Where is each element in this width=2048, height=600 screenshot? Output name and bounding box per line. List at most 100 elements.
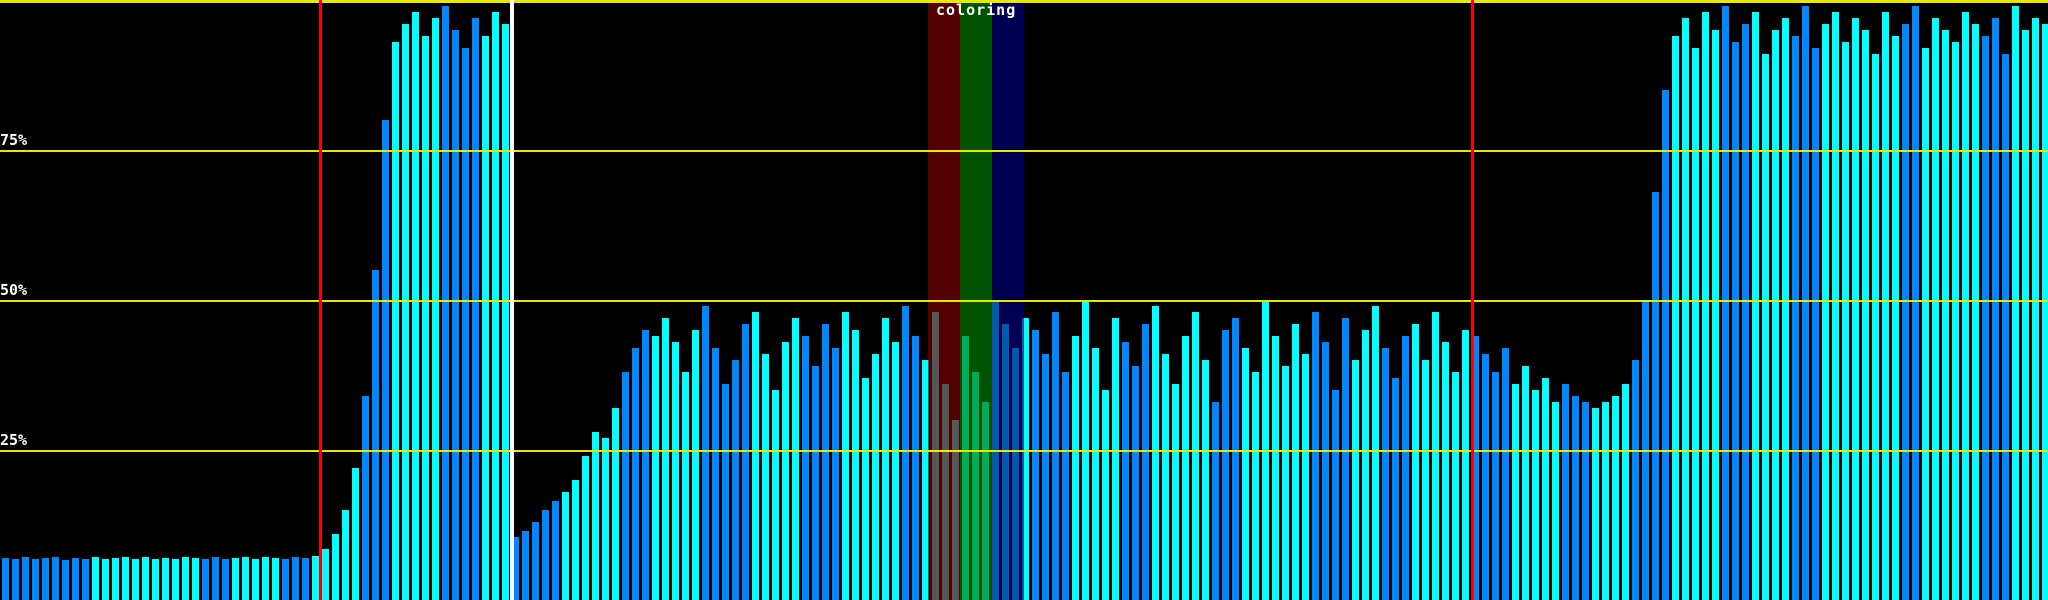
histogram-bar	[1622, 384, 1629, 600]
histogram-bar	[602, 438, 609, 600]
histogram-bar	[202, 559, 209, 600]
histogram-bar	[82, 559, 89, 600]
histogram-bar	[1252, 372, 1259, 600]
histogram-bar	[322, 549, 329, 600]
white-marker	[510, 0, 514, 600]
histogram-bar	[1902, 24, 1909, 600]
histogram-bar	[622, 372, 629, 600]
histogram-bar	[1482, 354, 1489, 600]
histogram-bar	[752, 312, 759, 600]
histogram-bar	[142, 557, 149, 600]
histogram-bar	[1452, 372, 1459, 600]
histogram-bar	[632, 348, 639, 600]
histogram-bar	[1802, 6, 1809, 600]
histogram-bar	[1562, 384, 1569, 600]
histogram-bar	[1192, 312, 1199, 600]
histogram-bar	[1512, 384, 1519, 600]
histogram-bar	[1342, 318, 1349, 600]
red-marker-left	[319, 0, 322, 600]
axis-label-50: 50%	[0, 283, 27, 298]
histogram-bar	[592, 432, 599, 600]
histogram-bar	[1762, 54, 1769, 600]
histogram-bar	[792, 318, 799, 600]
histogram-bar	[822, 324, 829, 600]
histogram-bar	[462, 48, 469, 600]
histogram-bar	[1292, 324, 1299, 600]
histogram-bar	[42, 558, 49, 600]
histogram-bar	[1632, 360, 1639, 600]
histogram-bar	[392, 42, 399, 600]
histogram-bar	[492, 12, 499, 600]
histogram-bar	[1102, 390, 1109, 600]
histogram-bar	[582, 456, 589, 600]
gridline-75	[0, 150, 2048, 152]
histogram-bar	[1852, 18, 1859, 600]
histogram-bar	[1942, 30, 1949, 600]
histogram-bar	[1722, 6, 1729, 600]
histogram-bar	[1372, 306, 1379, 600]
histogram-bar	[192, 558, 199, 600]
histogram-bar	[1932, 18, 1939, 600]
histogram-bar	[1422, 360, 1429, 600]
histogram-bar	[352, 468, 359, 600]
histogram-bar	[1662, 90, 1669, 600]
histogram-bar	[712, 348, 719, 600]
histogram-bar	[1462, 330, 1469, 600]
histogram-bar	[92, 557, 99, 600]
histogram-bar	[1832, 12, 1839, 600]
histogram-bar	[742, 324, 749, 600]
histogram-bar	[32, 559, 39, 600]
histogram-bar	[1542, 378, 1549, 600]
histogram-bar	[172, 559, 179, 600]
histogram-bar	[1332, 390, 1339, 600]
histogram-bar	[1672, 36, 1679, 600]
histogram-bar	[1222, 330, 1229, 600]
histogram-bar	[692, 330, 699, 600]
histogram-bar	[272, 558, 279, 600]
histogram-bar	[1682, 18, 1689, 600]
gridline-25	[0, 450, 2048, 452]
histogram-bar	[412, 12, 419, 600]
histogram-bar	[2012, 6, 2019, 600]
histogram-bar	[1912, 6, 1919, 600]
histogram-bar	[1792, 36, 1799, 600]
histogram-bar	[852, 330, 859, 600]
histogram-bar	[782, 342, 789, 600]
histogram-bar	[682, 372, 689, 600]
histogram-bar	[1612, 396, 1619, 600]
histogram-bar	[842, 312, 849, 600]
histogram-bar	[662, 318, 669, 600]
histogram-bar	[1952, 42, 1959, 600]
coloring-label: coloring	[936, 3, 1016, 18]
histogram-bar	[1142, 324, 1149, 600]
histogram-bar	[1752, 12, 1759, 600]
histogram-bar	[1032, 330, 1039, 600]
histogram-bar	[1282, 366, 1289, 600]
histogram-bar	[1522, 366, 1529, 600]
histogram-bar	[122, 557, 129, 600]
histogram-bar	[702, 306, 709, 600]
histogram-bar	[1052, 312, 1059, 600]
histogram-bar	[12, 559, 19, 600]
histogram-bar	[522, 531, 529, 600]
histogram-bar	[292, 557, 299, 600]
histogram-bar	[1502, 348, 1509, 600]
histogram-bar	[1412, 324, 1419, 600]
histogram-bar	[1782, 18, 1789, 600]
histogram-bar	[1202, 360, 1209, 600]
histogram-bar	[62, 560, 69, 600]
histogram-chart: 75%50%25% coloring	[0, 0, 2048, 600]
histogram-bar	[1692, 48, 1699, 600]
histogram-bar	[1732, 42, 1739, 600]
histogram-bar	[1432, 312, 1439, 600]
histogram-bar	[1162, 354, 1169, 600]
histogram-bar	[52, 557, 59, 600]
histogram-bar	[1872, 54, 1879, 600]
histogram-bar	[1962, 12, 1969, 600]
histogram-bar	[1862, 30, 1869, 600]
histogram-bar	[1712, 30, 1719, 600]
histogram-bar	[362, 396, 369, 600]
gridline-100	[0, 0, 2048, 3]
histogram-bar	[732, 360, 739, 600]
histogram-bar	[612, 408, 619, 600]
